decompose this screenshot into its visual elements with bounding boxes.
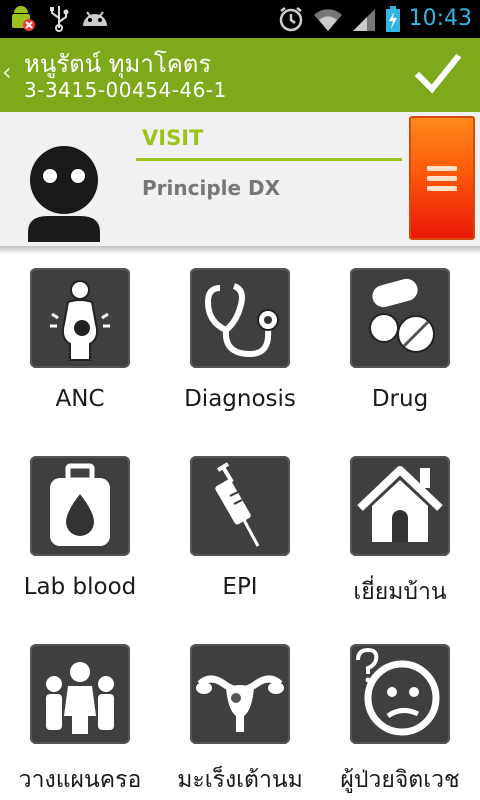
stethoscope-icon (190, 268, 290, 368)
confused-face-icon (350, 644, 450, 744)
visit-header: VISIT Principle DX (0, 112, 480, 246)
wifi-icon (313, 9, 342, 31)
tile-epi[interactable]: EPI (160, 442, 320, 630)
android-warning-icon (12, 6, 35, 31)
checkmark-icon[interactable] (414, 50, 462, 98)
pills-icon (350, 268, 450, 368)
family-icon (30, 644, 130, 744)
tile-anc[interactable]: ANC (0, 254, 160, 442)
tile-psychiatric[interactable]: ผู้ป่วยจิตเวช (320, 630, 480, 800)
uterus-icon (190, 644, 290, 744)
clock-time: 10:43 (408, 6, 472, 31)
tile-drug[interactable]: Drug (320, 254, 480, 442)
status-bar: 10:43 (0, 0, 480, 38)
tile-label: Lab blood (23, 574, 137, 600)
tile-diagnosis[interactable]: Diagnosis (160, 254, 320, 442)
chevron-left-icon[interactable]: ‹ (2, 58, 12, 86)
alarm-icon (279, 7, 302, 32)
tile-label: ANC (55, 386, 105, 412)
tile-label: EPI (222, 574, 258, 600)
hamburger-menu-icon (427, 166, 457, 196)
tile-family-planning[interactable]: วางแผนครอ (0, 630, 160, 800)
tile-home-visit[interactable]: เยี่ยมบ้าน (320, 442, 480, 630)
usb-icon (50, 6, 69, 32)
android-debug-icon (83, 11, 107, 26)
tile-label: วางแผนครอ (18, 767, 142, 793)
syringe-icon (190, 456, 290, 556)
tile-label: มะเร็งเต้านม (177, 767, 303, 793)
blood-drop-icon (30, 456, 130, 556)
action-bar: ‹ หนูรัตน์ ทุมาโคตร 3-3415-00454-46-1 (0, 38, 480, 112)
tile-label: Drug (371, 386, 429, 412)
patient-id: 3-3415-00454-46-1 (24, 78, 227, 102)
visit-label: VISIT (142, 126, 204, 150)
header-shadow (0, 246, 480, 254)
avatar-icon (28, 146, 100, 242)
tile-label: ผู้ป่วยจิตเวช (340, 767, 460, 793)
battery-icon (385, 6, 400, 32)
visit-divider (136, 158, 402, 161)
tile-breast-cancer[interactable]: มะเร็งเต้านม (160, 630, 320, 800)
house-icon (350, 456, 450, 556)
pregnant-woman-icon (30, 268, 130, 368)
tile-label: เยี่ยมบ้าน (353, 579, 447, 605)
tile-label: Diagnosis (184, 386, 296, 412)
tile-lab-blood[interactable]: Lab blood (0, 442, 160, 630)
menu-button[interactable] (409, 116, 475, 240)
signal-icon (352, 9, 375, 31)
principle-dx-label[interactable]: Principle DX (142, 176, 280, 200)
